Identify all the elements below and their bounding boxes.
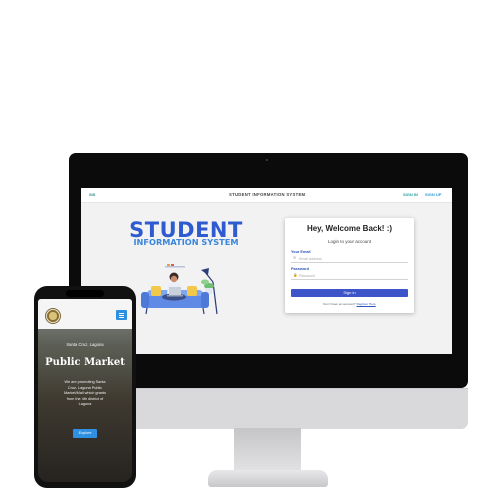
hamburger-menu-icon[interactable]	[116, 310, 127, 320]
student-sofa-illustration	[141, 264, 218, 315]
nav-title: STUDENT INFORMATION SYSTEM	[229, 192, 306, 197]
password-label: Password	[291, 267, 309, 271]
sofa-leg-right	[202, 307, 205, 315]
webcam	[266, 159, 268, 161]
cushion-left	[151, 286, 161, 296]
lock-icon: 🔒	[293, 273, 298, 277]
mobile-hero-description: We are promoting Santa Cruz, Laguna Publ…	[64, 380, 106, 407]
email-input[interactable]	[299, 256, 404, 261]
top-navbar: SIS STUDENT INFORMATION SYSTEM SIGN IN S…	[81, 188, 452, 203]
register-prompt-text: Don't have an account?	[323, 302, 356, 306]
mobile-location: Santa Cruz, Laguna	[66, 342, 104, 347]
hero-subtitle: INFORMATION SYSTEM	[133, 237, 239, 247]
explore-button[interactable]: Explore	[73, 429, 97, 438]
phone-notch	[66, 290, 104, 297]
mobile-hero-title: Public Market	[45, 357, 125, 368]
book-2	[171, 264, 174, 266]
login-subheading: Login to your account	[327, 239, 372, 244]
password-input[interactable]	[299, 273, 404, 278]
cushion-right	[187, 286, 197, 296]
monitor-stand	[234, 428, 301, 476]
register-prompt: Don't have an account? Register Here	[285, 302, 414, 306]
person-face	[170, 275, 178, 283]
book-1	[167, 264, 170, 266]
lamp-shade	[201, 268, 209, 275]
desktop-screen: SIS STUDENT INFORMATION SYSTEM SIGN IN S…	[81, 188, 452, 354]
login-heading: Hey, Welcome Back! :)	[306, 224, 393, 233]
register-link[interactable]: Register Here	[357, 302, 376, 306]
phone-screen: Santa Cruz, Laguna Public Market We are …	[38, 299, 132, 482]
plant-leaf-2	[201, 279, 209, 285]
password-field[interactable]: 🔒	[291, 272, 408, 280]
municipal-seal-logo[interactable]	[45, 308, 61, 324]
envelope-icon: ✉	[293, 256, 297, 260]
sofa-leg-left	[145, 307, 148, 315]
sofa-arm-left	[141, 292, 149, 308]
login-card: Hey, Welcome Back! :) Login to your acco…	[285, 218, 414, 313]
nav-sign-up-link[interactable]: SIGN UP	[425, 192, 441, 197]
mobile-phone: Santa Cruz, Laguna Public Market We are …	[34, 286, 136, 488]
email-field[interactable]: ✉	[291, 255, 408, 263]
nav-sign-in-link[interactable]: SIGN IN	[403, 192, 418, 197]
monitor-base	[208, 470, 328, 487]
nav-brand-logo[interactable]: SIS	[89, 192, 95, 197]
mobile-header	[38, 299, 132, 329]
sign-in-button[interactable]: Sign in	[291, 289, 408, 297]
email-label: Your Email	[291, 250, 311, 254]
laptop-base	[167, 295, 183, 297]
sofa-arm-right	[201, 292, 209, 308]
laptop-screen	[169, 287, 181, 295]
shelf	[165, 266, 185, 268]
